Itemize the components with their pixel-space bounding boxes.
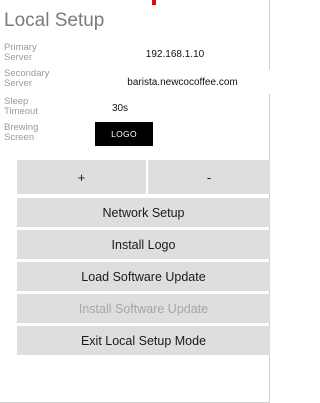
local-setup-screen: Local Setup Primary Server 192.168.1.10 …: [0, 0, 270, 403]
network-setup-button[interactable]: Network Setup: [17, 198, 270, 227]
plus-button[interactable]: +: [17, 160, 146, 194]
secondary-server-field[interactable]: barista.newcocoffee.com: [95, 70, 270, 94]
sleep-timeout-label: Sleep Timeout: [4, 96, 38, 117]
primary-server-field[interactable]: 192.168.1.10: [95, 43, 255, 65]
minus-button[interactable]: -: [148, 160, 270, 194]
load-software-update-button[interactable]: Load Software Update: [17, 262, 270, 291]
brewing-screen-label: Brewing Screen: [4, 122, 39, 143]
brewing-screen-logo-field[interactable]: LOGO: [95, 122, 153, 146]
primary-server-label: Primary Server: [4, 42, 37, 63]
exit-local-setup-button[interactable]: Exit Local Setup Mode: [17, 326, 270, 355]
red-marker: [152, 0, 156, 5]
page-title: Local Setup: [4, 10, 105, 31]
secondary-server-label: Secondary Server: [4, 68, 50, 89]
install-software-update-button: Install Software Update: [17, 294, 270, 323]
install-logo-button[interactable]: Install Logo: [17, 230, 270, 259]
sleep-timeout-field[interactable]: 30s: [95, 97, 145, 119]
